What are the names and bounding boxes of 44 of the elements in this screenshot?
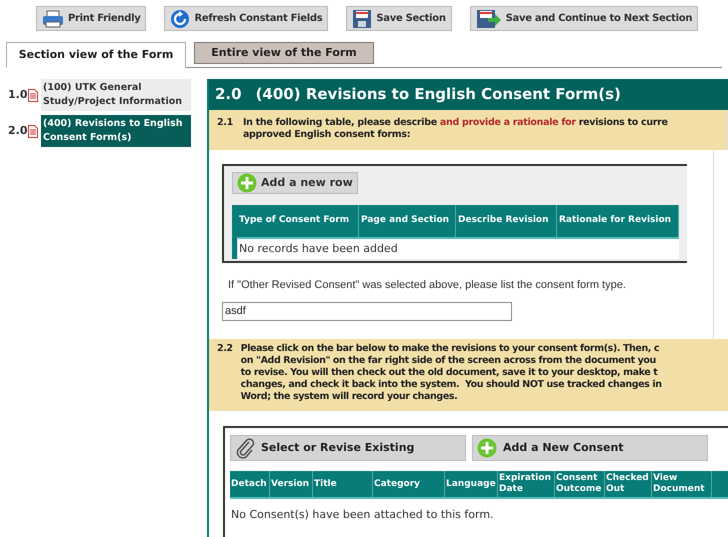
column-header: Detach [230,471,270,497]
toolbar-button[interactable]: Save and Continue to Next Section [470,6,698,31]
tab[interactable]: Section view of the Form [6,42,186,68]
column-header: View Document [652,471,712,497]
paperclip-icon [235,437,255,459]
column-header: Describe Revision [456,205,557,237]
sidebar-item[interactable]: (400) Revisions to English Consent Form(s) [41,115,191,147]
section-header-number: 2.0 [215,84,242,106]
column-header: Category [373,471,445,497]
toolbar-button[interactable]: Refresh Constant Fields [164,6,328,31]
action-button[interactable]: Select or Revise Existing [230,435,466,461]
question-text: Please click on the bar below to make the revisions to your consent form(s). Then, c on "Add Revision" on the far right side of the screen across from the document you to revise. You will then check out the old document, save it to your desktop, make t changes, and check it back into the system. You should NOT use tracked changes in Word; the system will record your changes. [240,343,662,404]
column-header: Language [445,471,498,497]
section-number: 2.0 [8,122,25,139]
plus-icon [477,438,497,458]
column-header: Expiration Date [498,471,555,497]
printer-icon [42,10,64,28]
question-text: In the following table, please describe and provide a rationale for revisions to curre approved English consent forms: [242,117,668,142]
column-header: Checked Out [605,471,652,497]
column-header: Version [270,471,313,497]
column-header: Page and Section [359,205,456,237]
consent-type-field[interactable]: asdf [222,302,512,320]
toolbar-button[interactable]: Save Section [346,6,452,31]
action-button[interactable]: Add a New Consent [472,435,708,461]
refresh-icon [170,8,190,28]
column-header: Rationale for Revision [557,205,679,237]
column-header: Consent Outcome [555,471,605,497]
floppy-disk-arrow-icon [476,8,502,28]
question-number: 2.1 [217,117,233,130]
document-icon [28,124,38,138]
tab[interactable]: Entire view of the Form [194,42,374,64]
section-number: 1.0 [8,86,25,103]
empty-table-message: No Consent(s) have been attached to this form. [230,507,495,523]
question-number: 2.2 [217,343,233,356]
toolbar-button[interactable]: Print Friendly [36,6,146,31]
section-header-title: (400) Revisions to English Consent Form(s) [256,84,621,106]
add-row-button[interactable]: Add a new row [232,172,358,194]
column-header: Type of Consent Form [237,205,359,237]
empty-table-message: No records have been added [239,240,398,257]
plus-icon [237,173,257,193]
sidebar-item[interactable]: (100) UTK General Study/Project Information [41,79,191,111]
document-icon [28,88,38,102]
field-label: If "Other Revised Consent" was selected above, please list the consent form type. [227,278,627,293]
column-header: Title [313,471,373,497]
